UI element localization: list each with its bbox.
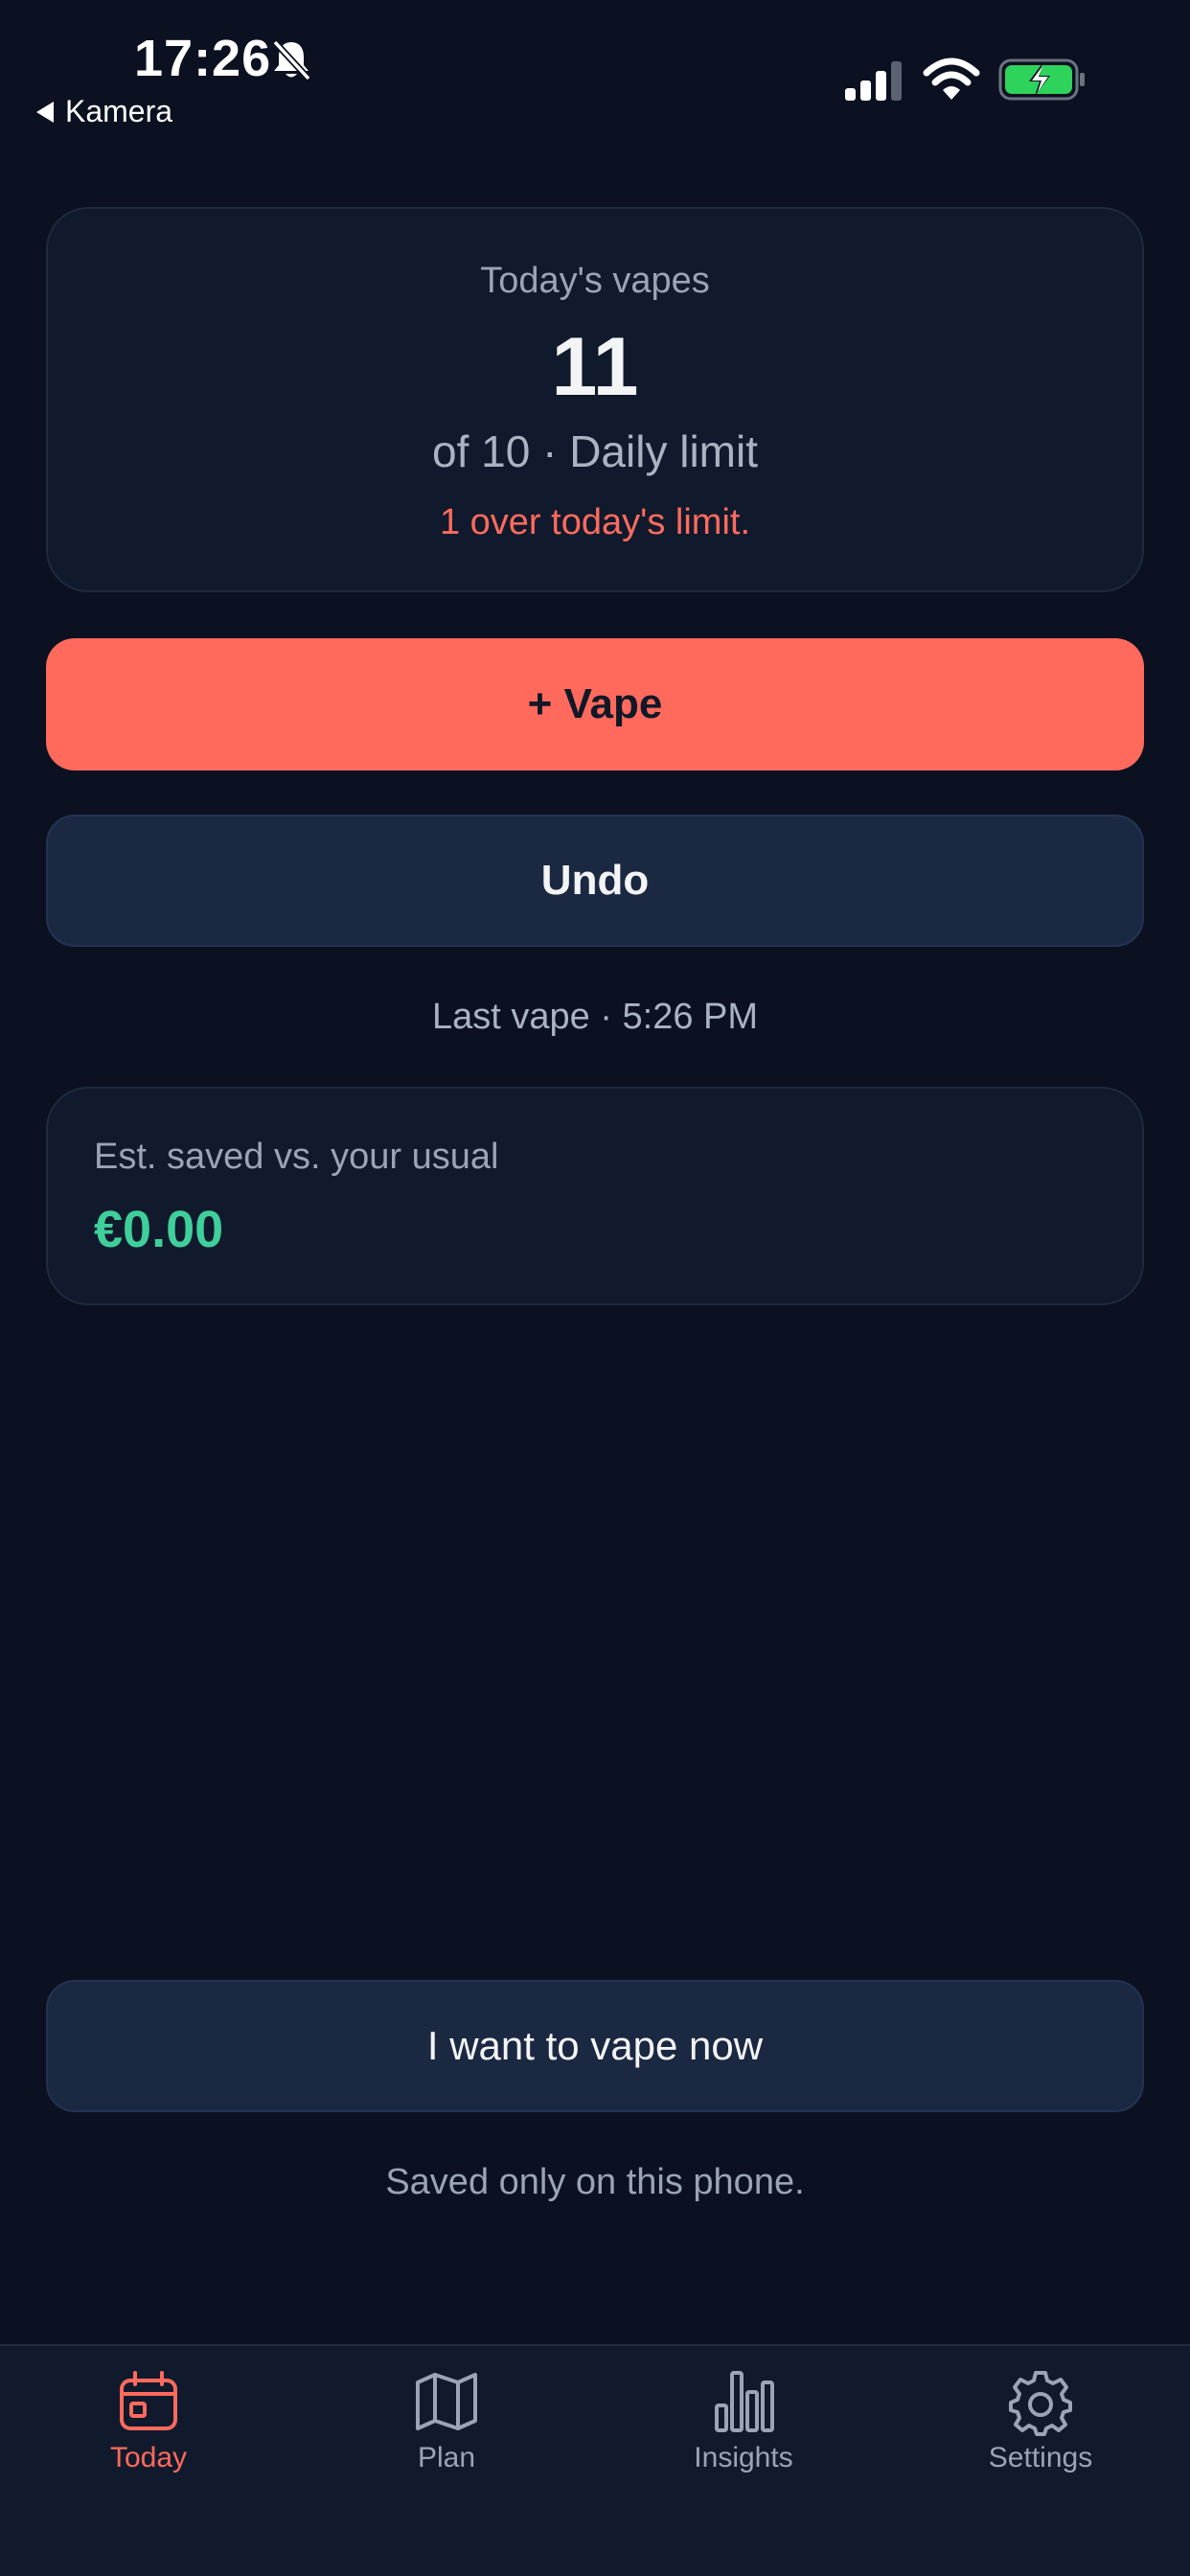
back-to-camera-link[interactable]: Kamera bbox=[36, 94, 172, 129]
savings-label: Est. saved vs. your usual bbox=[94, 1137, 499, 1177]
tab-settings[interactable]: Settings bbox=[935, 2367, 1146, 2474]
add-vape-button[interactable]: + Vape bbox=[46, 638, 1144, 770]
bar-chart-icon bbox=[715, 2371, 774, 2432]
battery-charging-icon bbox=[998, 58, 1085, 101]
today-vapes-count: 11 bbox=[551, 321, 639, 413]
today-vapes-card: Today's vapes 11 of 10 · Daily limit 1 o… bbox=[46, 207, 1144, 592]
tab-today-label: Today bbox=[109, 2442, 188, 2473]
back-arrow-icon bbox=[36, 101, 54, 123]
local-storage-note: Saved only on this phone. bbox=[385, 2162, 805, 2202]
tab-insights-label: Insights bbox=[694, 2442, 793, 2473]
tab-today[interactable]: Today bbox=[43, 2367, 254, 2474]
back-link-label: Kamera bbox=[65, 94, 173, 128]
today-vapes-title: Today's vapes bbox=[480, 261, 710, 301]
bell-slash-icon bbox=[272, 39, 311, 81]
map-icon bbox=[416, 2373, 477, 2430]
today-screen: 17:26 Kamera Today's vapes 11 of 10 · Da… bbox=[0, 0, 1190, 2576]
savings-value: €0.00 bbox=[94, 1201, 224, 1258]
urge-to-vape-button[interactable]: I want to vape now bbox=[46, 1980, 1144, 2112]
tab-plan-label: Plan bbox=[417, 2442, 476, 2473]
tab-bar: Today Plan Insights Settings bbox=[0, 2344, 1190, 2576]
tab-plan[interactable]: Plan bbox=[341, 2367, 552, 2474]
calendar-icon bbox=[120, 2371, 177, 2430]
over-limit-warning: 1 over today's limit. bbox=[439, 502, 751, 542]
tab-settings-label: Settings bbox=[988, 2442, 1093, 2473]
undo-button[interactable]: Undo bbox=[46, 815, 1144, 947]
savings-card: Est. saved vs. your usual €0.00 bbox=[46, 1087, 1144, 1305]
wifi-icon bbox=[923, 58, 980, 100]
status-time: 17:26 bbox=[134, 30, 272, 87]
tab-insights[interactable]: Insights bbox=[638, 2367, 849, 2474]
gear-icon bbox=[1009, 2371, 1072, 2436]
last-vape-time: Last vape · 5:26 PM bbox=[431, 997, 759, 1037]
daily-limit-text: of 10 · Daily limit bbox=[432, 426, 758, 476]
cellular-signal-icon bbox=[845, 61, 902, 101]
